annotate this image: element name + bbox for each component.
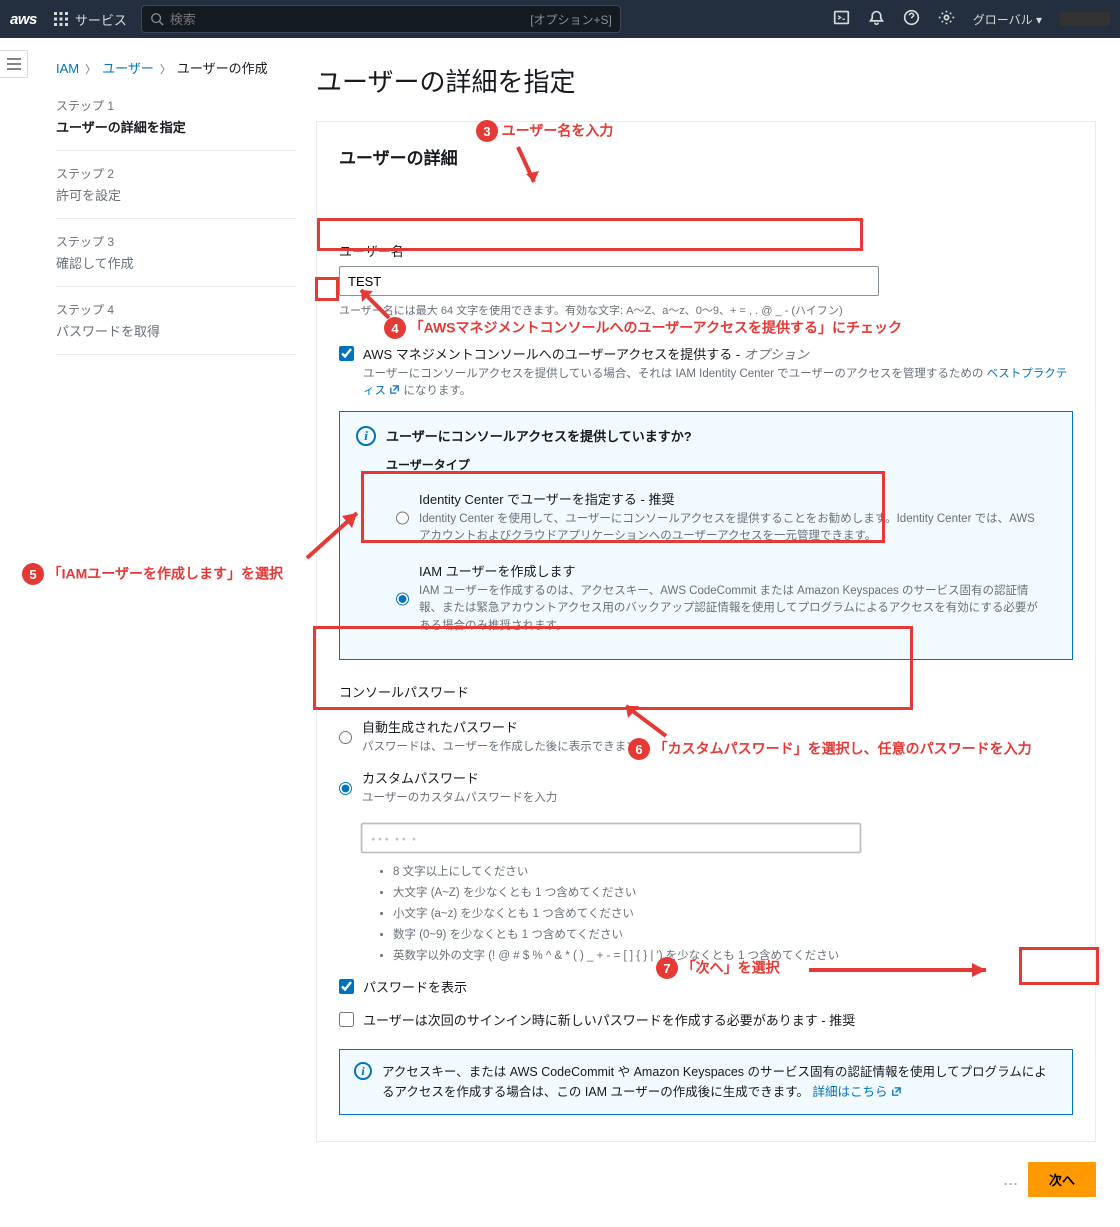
- access-key-info: i アクセスキー、または AWS CodeCommit や Amazon Key…: [339, 1049, 1073, 1115]
- kbd-hint: [オプション+S]: [530, 11, 612, 28]
- annotation-box-console-chk: [315, 277, 339, 301]
- cloudshell-icon[interactable]: [833, 9, 850, 29]
- password-input[interactable]: [361, 823, 861, 853]
- must-reset-checkbox[interactable]: [339, 1012, 354, 1027]
- radio-auto-input[interactable]: [339, 719, 352, 756]
- radio-iam-user[interactable]: IAM ユーザーを作成しますIAM ユーザーを作成するのは、アクセスキー、AWS…: [386, 553, 1056, 643]
- info-icon: i: [356, 426, 376, 446]
- user-type-label: ユーザータイプ: [386, 456, 1056, 473]
- search-icon: [150, 12, 164, 26]
- step-4[interactable]: ステップ 4パスワードを取得: [56, 287, 296, 355]
- console-pwd-label: コンソールパスワード: [339, 682, 1073, 701]
- breadcrumb: IAM〉ユーザー〉ユーザーの作成: [56, 58, 296, 77]
- radio-idc-input[interactable]: [396, 491, 409, 546]
- page-title: ユーザーの詳細を指定: [316, 62, 1096, 99]
- account-menu[interactable]: [1060, 12, 1110, 26]
- user-details-panel: ユーザーの詳細 ユーザー名 ユーザー名には最大 64 文字を使用できます。有効な…: [316, 121, 1096, 1142]
- external-link-icon: [891, 1086, 902, 1097]
- learn-more-link[interactable]: 詳細はこちら: [813, 1085, 903, 1099]
- crumb-current: ユーザーの作成: [177, 61, 268, 76]
- step-1[interactable]: ステップ 1ユーザーの詳細を指定: [56, 83, 296, 151]
- console-access-checkbox[interactable]: [339, 346, 354, 361]
- search-box[interactable]: [オプション+S]: [141, 5, 621, 33]
- crumb-users[interactable]: ユーザー: [102, 61, 154, 76]
- username-input[interactable]: [339, 266, 879, 296]
- radio-custom-input[interactable]: [339, 770, 352, 807]
- radio-custom-pwd[interactable]: カスタムパスワードユーザーのカスタムパスワードを入力: [339, 762, 1073, 813]
- services-label: サービス: [75, 10, 127, 29]
- settings-icon[interactable]: [938, 9, 955, 29]
- services-menu[interactable]: サービス: [53, 10, 127, 29]
- notifications-icon[interactable]: [868, 9, 885, 29]
- radio-auto-pwd[interactable]: 自動生成されたパスワードパスワードは、ユーザーを作成した後に表示できます。: [339, 711, 1073, 762]
- console-access-title: AWS マネジメントコンソールへのユーザーアクセスを提供する - オプション: [363, 344, 1073, 363]
- username-hint: ユーザー名には最大 64 文字を使用できます。有効な文字: A～Z、a～z、0～…: [339, 302, 1073, 318]
- step-2[interactable]: ステップ 2許可を設定: [56, 151, 296, 219]
- info-icon: i: [354, 1062, 372, 1080]
- step-3[interactable]: ステップ 3確認して作成: [56, 219, 296, 287]
- wizard-steps: IAM〉ユーザー〉ユーザーの作成 ステップ 1ユーザーの詳細を指定 ステップ 2…: [56, 48, 296, 1197]
- region-select[interactable]: グローバル ▾: [973, 11, 1042, 28]
- radio-identity-center[interactable]: Identity Center でユーザーを指定する - 推奨Identity …: [386, 481, 1056, 554]
- next-button[interactable]: 次へ: [1028, 1162, 1096, 1197]
- external-link-icon: [389, 384, 400, 395]
- aws-logo[interactable]: aws: [10, 11, 37, 28]
- pwd-rules: 8 文字以上にしてください 大文字 (A~Z) を少なくとも 1 つ含めてくださ…: [379, 863, 1073, 963]
- grid-icon: [53, 11, 69, 27]
- crumb-iam[interactable]: IAM: [56, 61, 79, 76]
- help-icon[interactable]: [903, 9, 920, 29]
- sidebar-toggle[interactable]: [0, 50, 28, 78]
- show-pwd-label: パスワードを表示: [363, 977, 1073, 996]
- console-access-desc: ユーザーにコンソールアクセスを提供している場合、それは IAM Identity…: [363, 366, 1073, 401]
- user-type-info: i ユーザーにコンソールアクセスを提供していますか? ユーザータイプ Identi…: [339, 411, 1073, 660]
- info-title: ユーザーにコンソールアクセスを提供していますか?: [386, 426, 692, 445]
- show-password-checkbox[interactable]: [339, 979, 354, 994]
- username-label: ユーザー名: [339, 241, 1073, 260]
- ellipsis: ...: [1003, 1169, 1018, 1190]
- radio-iam-input[interactable]: [396, 563, 409, 635]
- panel-heading: ユーザーの詳細: [339, 144, 458, 169]
- search-input[interactable]: [170, 12, 530, 27]
- must-reset-label: ユーザーは次回のサインイン時に新しいパスワードを作成する必要があります - 推奨: [363, 1010, 1073, 1029]
